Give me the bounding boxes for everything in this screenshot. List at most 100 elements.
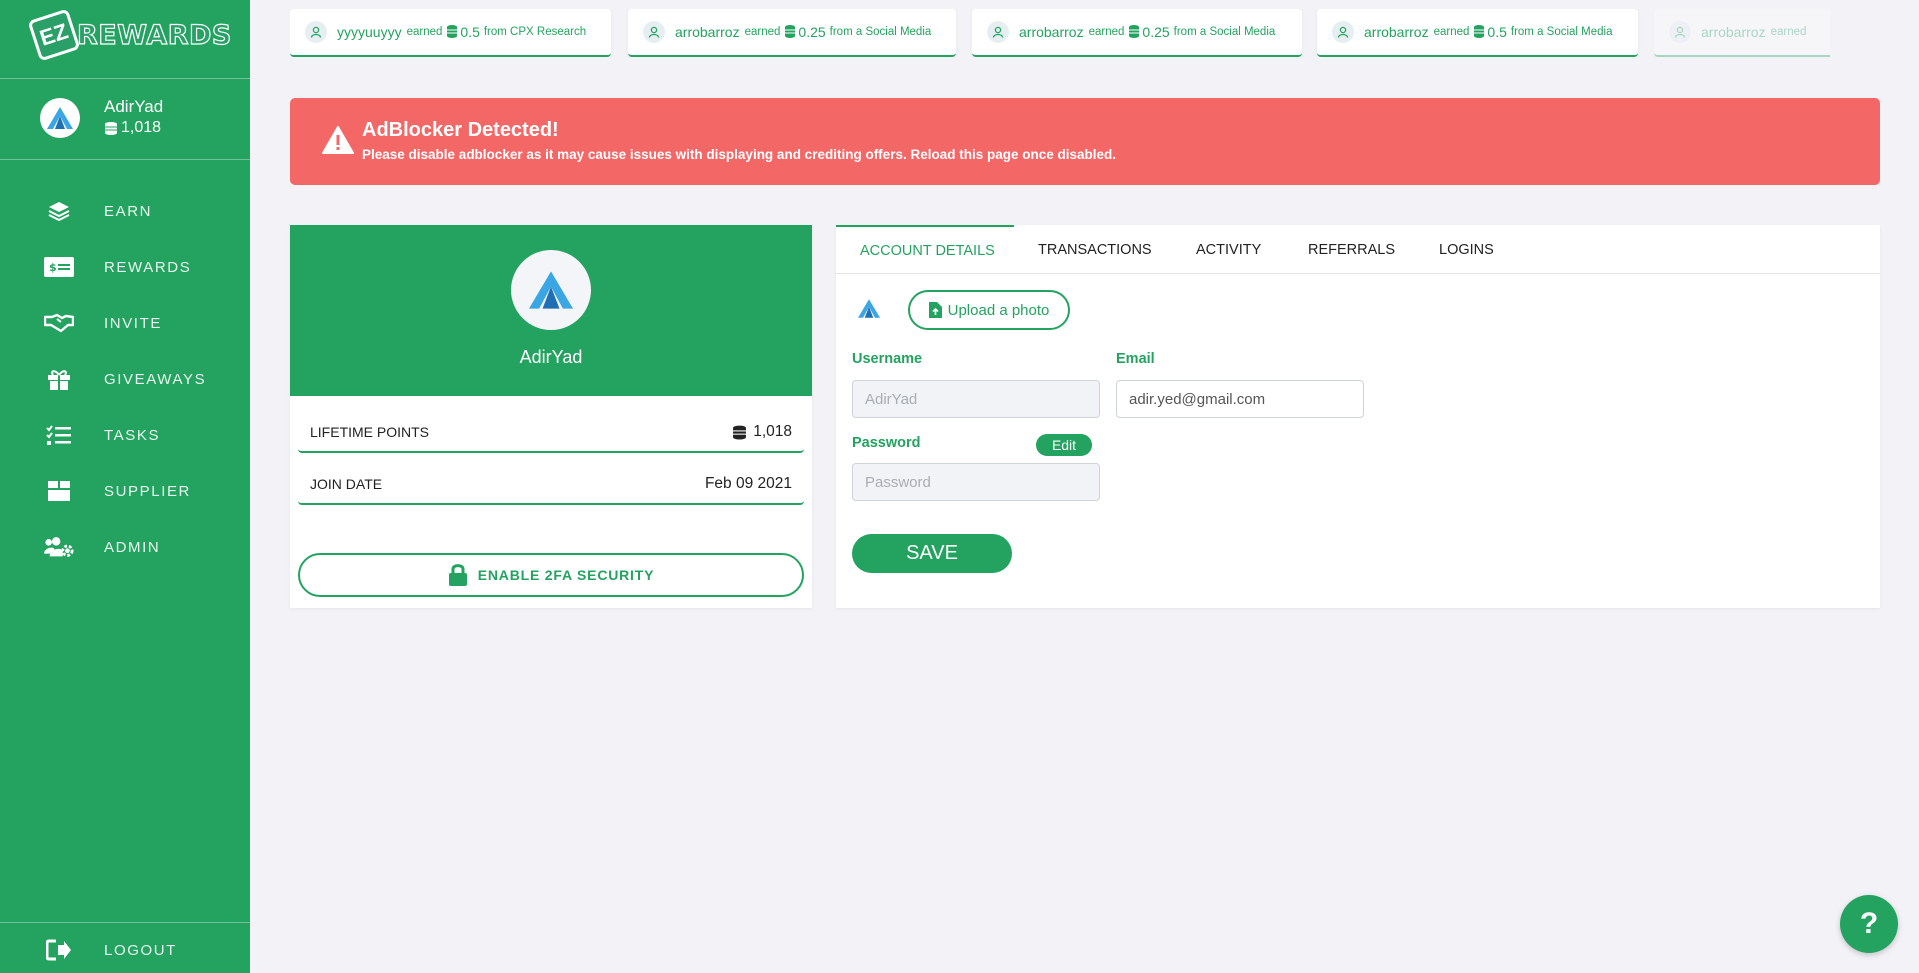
user-icon	[1669, 21, 1691, 43]
sidebar-item-rewards[interactable]: $ REWARDS	[0, 239, 250, 295]
help-button[interactable]: ?	[1840, 895, 1898, 953]
money-bill-icon: $	[44, 255, 74, 279]
avatar	[511, 250, 591, 330]
tasks-icon	[44, 423, 74, 447]
enable-2fa-label: ENABLE 2FA SECURITY	[477, 567, 655, 583]
email-field[interactable]	[1116, 380, 1364, 418]
user-avatar-logo-icon	[47, 107, 73, 129]
password-label: Password	[852, 435, 921, 451]
coins-icon	[733, 425, 747, 440]
user-avatar-logo-icon	[529, 271, 573, 309]
save-button[interactable]: SAVE	[852, 534, 1012, 573]
sidebar-nav: EARN $ REWARDS INVITE GIVEAWAYS TASKS SU…	[0, 183, 250, 575]
coins-icon	[446, 24, 458, 41]
lifetime-points-row: LIFETIME POINTS 1,018	[298, 413, 804, 453]
avatar	[40, 98, 80, 138]
ticker-source: from CPX Research	[483, 26, 587, 38]
app-logo[interactable]: EZ REWARDS	[27, 8, 232, 62]
sidebar-item-invite[interactable]: INVITE	[0, 295, 250, 351]
warning-icon	[322, 126, 354, 159]
sidebar-item-earn[interactable]: EARN	[0, 183, 250, 239]
email-label: Email	[1116, 351, 1155, 367]
logout-button[interactable]: LOGOUT	[0, 922, 250, 973]
profile-name: AdirYad	[519, 347, 583, 367]
tab-activity[interactable]: ACTIVITY	[1196, 225, 1261, 274]
ticker-earned: earned	[744, 26, 781, 38]
user-icon	[1332, 21, 1354, 43]
sidebar-item-label: TASKS	[104, 426, 161, 444]
ticker-earned: earned	[1088, 26, 1125, 38]
user-points-value: 1,018	[121, 119, 162, 136]
username-field[interactable]	[852, 380, 1100, 418]
join-date-value: Feb 09 2021	[704, 475, 792, 492]
upload-photo-label: Upload a photo	[947, 301, 1050, 319]
ticker-user: arrobarroz	[1019, 24, 1084, 40]
sidebar-item-giveaways[interactable]: GIVEAWAYS	[0, 351, 250, 407]
ticker-amount: 0.5	[1487, 24, 1507, 40]
adblocker-alert: AdBlocker Detected! Please disable adblo…	[290, 98, 1880, 185]
divider	[0, 78, 250, 79]
sidebar-item-label: ADMIN	[104, 538, 161, 556]
ticker-source: from a Social Media	[1173, 26, 1276, 38]
coins-icon	[1473, 24, 1485, 41]
sidebar-item-tasks[interactable]: TASKS	[0, 407, 250, 463]
sidebar-item-label: SUPPLIER	[104, 482, 191, 500]
username-label: Username	[852, 351, 923, 367]
tab-logins[interactable]: LOGINS	[1439, 225, 1494, 274]
enable-2fa-button[interactable]: ENABLE 2FA SECURITY	[298, 553, 804, 597]
svg-text:$: $	[49, 261, 57, 274]
ticker-source: from a Social Media	[1510, 26, 1613, 38]
gift-icon	[44, 367, 74, 391]
lifetime-points-number: 1,018	[753, 423, 792, 440]
join-date-row: JOIN DATE Feb 09 2021	[298, 465, 804, 505]
sidebar-item-supplier[interactable]: SUPPLIER	[0, 463, 250, 519]
password-field[interactable]	[852, 463, 1100, 501]
ticker-earned: earned	[1433, 26, 1470, 38]
ticker-amount: 0.25	[798, 24, 826, 40]
ticker-amount: 0.5	[460, 24, 480, 40]
edit-password-label: Edit	[1051, 437, 1077, 453]
user-icon	[987, 21, 1009, 43]
logout-label: LOGOUT	[104, 941, 177, 959]
logo-letters: EZ	[36, 18, 72, 51]
ticker-user: yyyyuuyyy	[337, 24, 402, 40]
users-cog-icon	[44, 535, 74, 559]
avatar-preview-icon	[858, 299, 880, 323]
edit-password-button[interactable]: Edit	[1036, 434, 1092, 456]
ticker-item: arrobarroz earned 0.5 from a Social Medi…	[1317, 9, 1638, 57]
ticker-item: yyyyuuyyy earned 0.5 from CPX Research	[290, 9, 611, 57]
tab-label: ACTIVITY	[1196, 241, 1262, 258]
ticker-amount: 0.25	[1142, 24, 1170, 40]
tab-label: ACCOUNT DETAILS	[860, 242, 995, 259]
tab-account-details[interactable]: ACCOUNT DETAILS	[836, 225, 1014, 274]
ticker-earned: earned	[1770, 26, 1807, 38]
coins-icon	[1128, 24, 1140, 41]
ticker-earned: earned	[406, 26, 443, 38]
ticker-source: from a Social Media	[829, 26, 932, 38]
upload-photo-button[interactable]: Upload a photo	[908, 290, 1070, 330]
save-label: SAVE	[906, 542, 958, 564]
coins-icon	[105, 122, 117, 135]
tab-label: LOGINS	[1439, 241, 1494, 258]
tab-label: REFERRALS	[1308, 241, 1396, 258]
user-points: 1,018	[104, 117, 163, 139]
logo-text: REWARDS	[76, 19, 232, 51]
lifetime-points-value: 1,018	[732, 423, 792, 441]
sidebar-item-label: GIVEAWAYS	[104, 370, 207, 388]
ticker-item: arrobarroz earned 0.25 from a Social Med…	[972, 9, 1302, 57]
sidebar-item-admin[interactable]: ADMIN	[0, 519, 250, 575]
ticker-user: arrobarroz	[675, 24, 740, 40]
ticker-item: arrobarroz earned	[1654, 9, 1830, 57]
user-summary[interactable]: AdirYad 1,018	[40, 97, 163, 139]
box-icon	[44, 479, 74, 503]
account-panel: ACCOUNT DETAILS TRANSACTIONS ACTIVITY RE…	[836, 225, 1880, 608]
lifetime-points-label: LIFETIME POINTS	[310, 424, 430, 440]
handshake-icon	[44, 311, 74, 335]
divider	[0, 159, 250, 160]
tab-referrals[interactable]: REFERRALS	[1308, 225, 1395, 274]
user-name: AdirYad	[104, 97, 164, 116]
alert-title: AdBlocker Detected!	[362, 119, 559, 141]
sidebar-item-label: REWARDS	[104, 258, 192, 276]
sidebar-item-label: INVITE	[104, 314, 162, 332]
tab-transactions[interactable]: TRANSACTIONS	[1038, 225, 1152, 274]
